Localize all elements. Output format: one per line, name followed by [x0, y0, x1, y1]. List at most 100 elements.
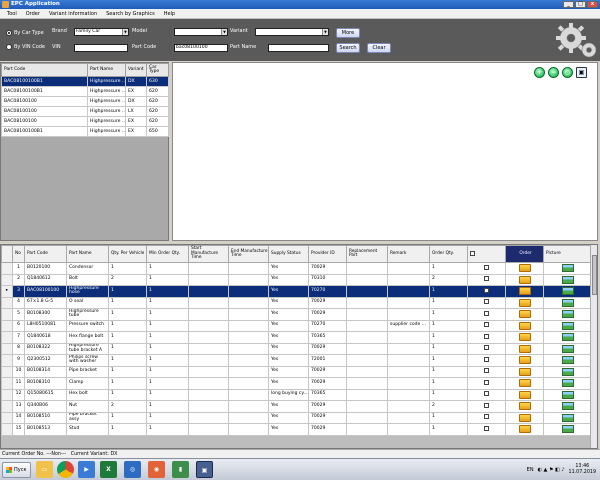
- part-name-input[interactable]: [268, 44, 329, 52]
- menu-item-tool[interactable]: Tool: [7, 9, 17, 18]
- fit-window-icon[interactable]: ▣: [576, 67, 587, 78]
- row-checkbox[interactable]: [484, 368, 489, 374]
- vin-input[interactable]: [74, 44, 128, 52]
- cell-select[interactable]: [467, 423, 506, 436]
- table-row[interactable]: BAC08100100 Highpressure ... LX 620: [1, 106, 169, 117]
- column-header-part-name[interactable]: Part Name: [66, 245, 109, 263]
- start-button[interactable]: Пуск: [2, 462, 31, 478]
- cart-icon[interactable]: [518, 287, 531, 296]
- zoom-in-icon[interactable]: +: [534, 67, 545, 78]
- cell-order[interactable]: [505, 308, 544, 321]
- row-header[interactable]: [1, 400, 13, 413]
- cell-order[interactable]: [505, 400, 544, 413]
- column-header-part-code[interactable]: Part Code: [1, 63, 88, 77]
- column-header-select-all[interactable]: [467, 245, 506, 263]
- media-player-icon[interactable]: ▶: [78, 461, 95, 478]
- row-header[interactable]: [1, 388, 13, 401]
- cell-picture[interactable]: [543, 377, 592, 390]
- cell-order-qty[interactable]: 1: [429, 342, 468, 355]
- table-row[interactable]: BAC08100100B1 Highpressure ... EX 620: [1, 86, 169, 97]
- column-header-start-manufacture-time[interactable]: Start Manufacture Time: [188, 245, 229, 263]
- table-row[interactable]: 9 Q2300512 Philips screw with washer 1 1 Yes 7…: [1, 354, 592, 367]
- variant-select[interactable]: ▼: [255, 28, 329, 36]
- cell-order[interactable]: [505, 411, 544, 424]
- cell-order-qty[interactable]: 1: [429, 308, 468, 321]
- excel-icon[interactable]: X: [100, 461, 117, 478]
- cart-icon[interactable]: [518, 344, 531, 353]
- cell-select[interactable]: [467, 296, 506, 309]
- cell-picture[interactable]: [543, 388, 592, 401]
- picture-icon[interactable]: [561, 356, 574, 365]
- picture-icon[interactable]: [561, 367, 574, 376]
- picture-icon[interactable]: [561, 333, 574, 342]
- column-header-qty-per-vehicle[interactable]: Qty. Per Vehicle: [108, 245, 147, 263]
- cell-picture[interactable]: [543, 308, 592, 321]
- row-checkbox[interactable]: [484, 345, 489, 351]
- row-header[interactable]: [1, 423, 13, 436]
- cell-order[interactable]: [505, 377, 544, 390]
- clock[interactable]: 13:46 11.07.2019: [569, 464, 596, 476]
- cart-icon[interactable]: [518, 264, 531, 273]
- column-header-part-code[interactable]: Part Code: [24, 245, 67, 263]
- table-row[interactable]: BAC08100100B1 Highpressure ... DX 630: [1, 76, 169, 87]
- minimize-button[interactable]: _: [563, 1, 574, 8]
- more-button[interactable]: More: [336, 28, 360, 38]
- part-code-input[interactable]: bac08100100: [174, 44, 228, 52]
- select-all-checkbox[interactable]: [470, 250, 475, 256]
- language-indicator[interactable]: EN: [527, 467, 534, 473]
- row-checkbox[interactable]: [484, 310, 489, 316]
- row-header[interactable]: [1, 342, 13, 355]
- close-button[interactable]: x: [587, 1, 598, 8]
- scrollbar-thumb[interactable]: [592, 255, 597, 295]
- table-row[interactable]: BAC08100100 Highpressure ... EX 620: [1, 116, 169, 127]
- cell-picture[interactable]: [543, 423, 592, 436]
- table-row[interactable]: 7 Q1840618 Hex flange bolt 1 1 Yes 70365 1: [1, 331, 592, 344]
- cart-icon[interactable]: [518, 413, 531, 422]
- column-header-provider-id[interactable]: Provider ID: [308, 245, 347, 263]
- row-checkbox[interactable]: [484, 356, 489, 362]
- cell-select[interactable]: [467, 400, 506, 413]
- cell-select[interactable]: [467, 354, 506, 367]
- cell-order[interactable]: [505, 296, 544, 309]
- cell-picture[interactable]: [543, 365, 592, 378]
- app-icon-blue[interactable]: ◎: [124, 461, 141, 478]
- cell-order-qty[interactable]: 1: [429, 388, 468, 401]
- maximize-button[interactable]: □: [575, 1, 586, 8]
- cart-icon[interactable]: [518, 390, 531, 399]
- cell-order[interactable]: [505, 354, 544, 367]
- cell-select[interactable]: [467, 411, 506, 424]
- column-header-car-type[interactable]: Car Type: [146, 63, 169, 77]
- picture-icon[interactable]: [561, 402, 574, 411]
- column-header-replacement-part[interactable]: Replacement Part: [346, 245, 388, 263]
- picture-icon[interactable]: [561, 413, 574, 422]
- picture-icon[interactable]: [561, 310, 574, 319]
- cell-order-qty[interactable]: 1: [429, 411, 468, 424]
- table-row[interactable]: 14 B0108510 Pipe bracket assy 1 1 Yes 70029 1: [1, 411, 592, 424]
- row-header[interactable]: ▸: [1, 285, 13, 298]
- cell-order-qty[interactable]: 1: [429, 296, 468, 309]
- cell-order-qty[interactable]: 1: [429, 377, 468, 390]
- cell-order-qty[interactable]: 1: [429, 354, 468, 367]
- cell-picture[interactable]: [543, 331, 592, 344]
- cart-icon[interactable]: [518, 298, 531, 307]
- cart-icon[interactable]: [518, 310, 531, 319]
- cart-icon[interactable]: [518, 275, 531, 284]
- cell-order-qty[interactable]: 1: [429, 285, 468, 298]
- cell-picture[interactable]: [543, 400, 592, 413]
- epc-application-taskbar-icon[interactable]: ▣: [196, 461, 213, 478]
- reset-view-icon[interactable]: ○: [562, 67, 573, 78]
- table-row[interactable]: 12 Q15080615 Hex bolt 1 1 long buying cy... 70…: [1, 388, 592, 401]
- by-vin-code-radio[interactable]: [6, 44, 12, 50]
- row-header[interactable]: [1, 354, 13, 367]
- row-header[interactable]: [1, 273, 13, 286]
- cell-select[interactable]: [467, 308, 506, 321]
- cell-order-qty[interactable]: 1: [429, 331, 468, 344]
- row-checkbox[interactable]: [484, 287, 489, 293]
- cell-picture[interactable]: [543, 273, 592, 286]
- clear-button[interactable]: Clear: [367, 43, 391, 53]
- row-checkbox[interactable]: [484, 379, 489, 385]
- row-checkbox[interactable]: [484, 322, 489, 328]
- cart-icon[interactable]: [518, 402, 531, 411]
- column-header-no[interactable]: No: [12, 245, 25, 263]
- cell-order[interactable]: [505, 342, 544, 355]
